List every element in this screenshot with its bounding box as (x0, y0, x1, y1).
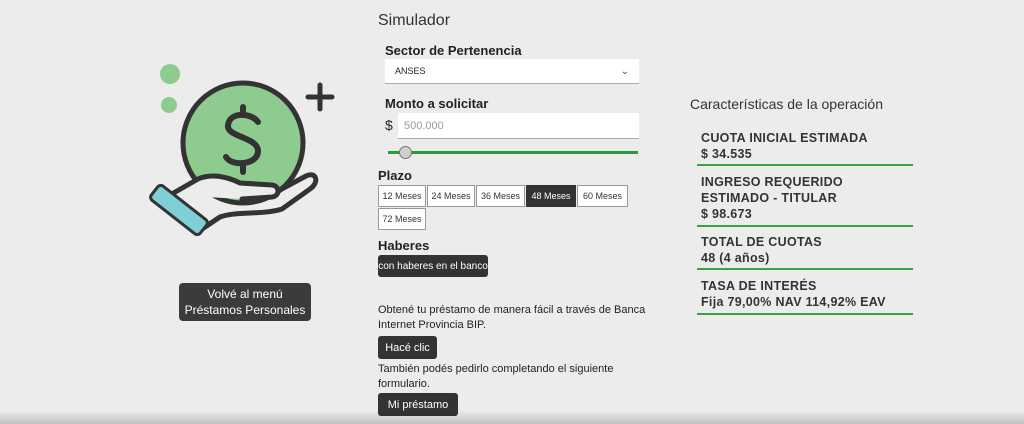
simulator-title: Simulador (378, 12, 451, 29)
card-value: 48 (4 años) (701, 251, 770, 265)
decor-dot-small (161, 97, 177, 113)
plazo-label: Plazo (378, 168, 412, 183)
form-description: También podés pedirlo completando el sig… (378, 363, 614, 390)
back-button-line2: Préstamos Personales (184, 303, 306, 317)
sector-select-value: ANSES (395, 66, 426, 76)
bip-click-button[interactable]: Hacé clic (378, 336, 437, 359)
card-label: CUOTA INICIAL ESTIMADA (701, 131, 868, 145)
decor-dot-large (160, 64, 180, 84)
amount-slider-track[interactable] (388, 151, 638, 154)
bip-description: Obtené tu préstamo de manera fácil a tra… (378, 304, 646, 331)
currency-symbol: $ (385, 117, 393, 133)
plazo-option-24[interactable]: 24 Meses (427, 185, 475, 207)
plazo-option-12[interactable]: 12 Meses (378, 185, 426, 207)
amount-label: Monto a solicitar (385, 96, 489, 111)
card-value: $ 34.535 (701, 147, 753, 161)
plazo-option-36[interactable]: 36 Meses (476, 185, 525, 207)
total-installments-card: TOTAL DE CUOTAS 48 (4 años) (697, 234, 913, 270)
plazo-option-72[interactable]: 72 Meses (378, 208, 426, 230)
plazo-option-48[interactable]: 48 Meses (526, 185, 576, 207)
card-label: INGRESO REQUERIDO ESTIMADO - TITULAR (701, 175, 843, 205)
bottom-shadow (0, 410, 1024, 424)
plazo-option-60[interactable]: 60 Meses (577, 185, 628, 207)
hand-icon (149, 172, 319, 237)
initial-installment-card: CUOTA INICIAL ESTIMADA $ 34.535 (697, 130, 913, 166)
plus-icon (305, 82, 335, 112)
amount-slider-handle[interactable] (399, 146, 412, 159)
card-label: TOTAL DE CUOTAS (701, 235, 822, 249)
card-value: $ 98.673 (701, 207, 753, 221)
back-to-menu-button[interactable]: Volvé al menú Préstamos Personales (179, 283, 311, 321)
amount-input[interactable] (398, 113, 639, 139)
interest-rate-card: TASA DE INTERÉS Fija 79,00% NAV 114,92% … (697, 278, 913, 315)
card-value: Fija 79,00% NAV 114,92% EAV (701, 295, 886, 309)
card-label: TASA DE INTERÉS (701, 279, 817, 293)
chevron-down-icon: ⌄ (620, 65, 629, 77)
sector-label: Sector de Pertenencia (385, 43, 522, 58)
required-income-card: INGRESO REQUERIDO ESTIMADO - TITULAR $ 9… (697, 174, 913, 227)
haberes-label: Haberes (378, 238, 430, 253)
sector-select[interactable]: ANSES ⌄ (385, 59, 639, 84)
hand-holding-coin-illustration (140, 55, 350, 255)
haberes-option-button[interactable]: con haberes en el banco (378, 255, 488, 277)
back-button-line1: Volvé al menú (207, 287, 283, 301)
characteristics-title: Características de la operación (690, 96, 883, 112)
